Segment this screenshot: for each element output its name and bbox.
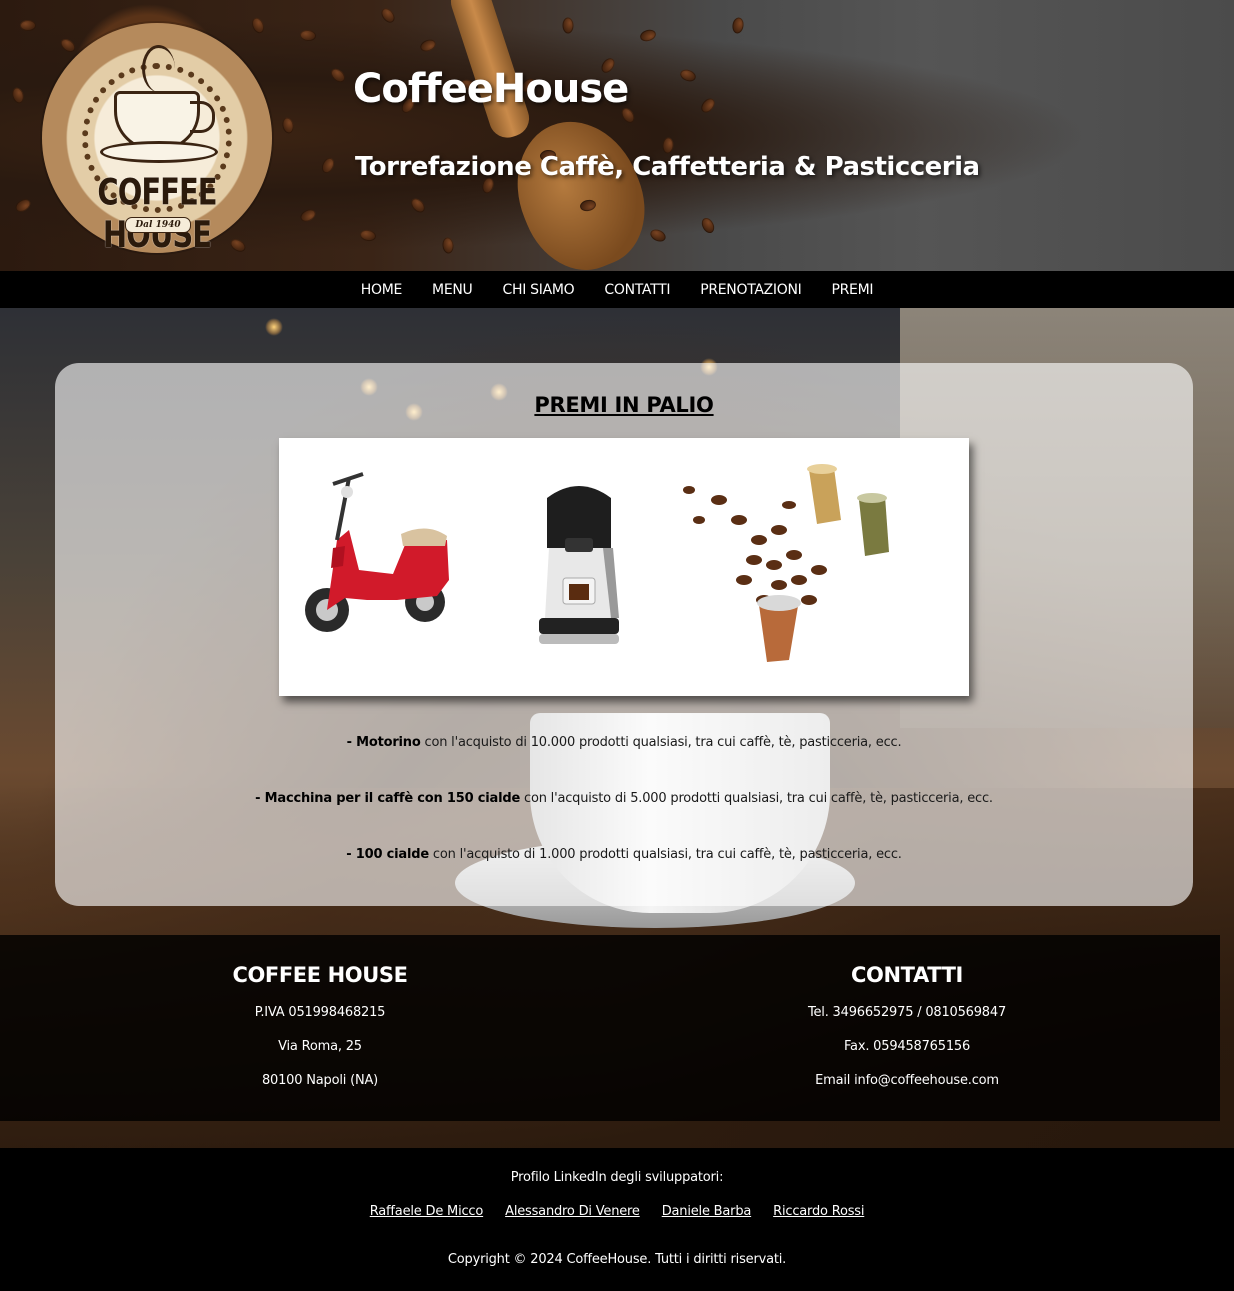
prize-name: - Macchina per il caffè con 150 cialde [255,791,521,806]
coffee-bean [281,116,295,135]
developer-links: Raffaele De Micco Alessandro Di Venere D… [0,1204,1234,1219]
contacts-heading: CONTATTI [851,963,963,987]
fax-number: Fax. 059458765156 [843,1039,971,1054]
prize-name: - Motorino [346,735,421,750]
coffee-bean [698,95,718,116]
coffee-bean [699,215,717,236]
developer-link-daniele[interactable]: Daniele Barba [662,1204,752,1219]
site-footer: Profilo LinkedIn degli sviluppatori: Raf… [0,1148,1234,1291]
logo[interactable]: COFFEE HOUSE Dal 1940 [42,23,272,256]
site-subtitle: Torrefazione Caffè, Caffetteria & Pastic… [355,152,980,182]
coffee-bean [299,29,317,42]
coffee-bean [10,86,26,105]
developer-link-alessandro[interactable]: Alessandro Di Venere [505,1204,640,1219]
prize-scooter: - Motorino con l'acquisto di 10.000 prod… [55,735,1193,750]
phone-number: Tel. 3496652975 / 0810569847 [807,1005,1007,1020]
cup-handle [190,101,215,133]
prize-capsules: - 100 cialde con l'acquisto di 1.000 pro… [55,847,1193,862]
nav-chi-siamo[interactable]: CHI SIAMO [503,282,575,298]
site-header: COFFEE HOUSE Dal 1940 CoffeeHouse Torref… [0,0,1234,271]
coffee-bean [638,27,658,44]
saucer-icon [100,141,218,163]
developers-label: Profilo LinkedIn degli sviluppatori: [510,1170,724,1185]
nav-premi[interactable]: PREMI [831,282,873,298]
coffee-bean [319,155,337,176]
company-heading: COFFEE HOUSE [232,963,408,987]
coffee-bean [562,17,574,34]
coffee-capsules-image [683,464,889,662]
coffee-bean [378,5,398,26]
coffee-bean [58,36,78,55]
info-section: COFFEE HOUSE P.IVA 051998468215 Via Roma… [0,935,1220,1121]
prize-description: con l'acquisto di 1.000 prodotti qualsia… [428,847,902,862]
coffee-bean [249,15,267,36]
nav-menu[interactable]: MENU [432,282,473,298]
scooter-image [305,472,449,632]
logo-since-badge: Dal 1940 [125,217,191,233]
coffee-bean [441,236,455,255]
prizes-image [279,438,969,696]
email-address: Email info@coffeehouse.com [815,1073,999,1088]
vat-number: P.IVA 051998468215 [254,1005,386,1020]
prize-coffee-machine: - Macchina per il caffè con 150 cialde c… [55,791,1193,806]
company-info: COFFEE HOUSE P.IVA 051998468215 Via Roma… [120,963,520,1105]
bokeh-light [265,318,283,336]
coffee-bean [13,196,33,215]
site-title: CoffeeHouse [353,66,629,112]
main-nav: HOME MENU CHI SIAMO CONTATTI PRENOTAZION… [0,271,1234,308]
coffee-bean [408,195,428,216]
prize-name: - 100 cialde [346,847,429,862]
coffee-bean [731,16,745,35]
contacts-info: CONTATTI Tel. 3496652975 / 0810569847 Fa… [707,963,1107,1105]
coffee-bean [298,206,318,225]
coffee-bean [418,37,438,54]
coffee-bean [20,20,36,31]
address-city: 80100 Napoli (NA) [261,1073,379,1088]
coffee-bean [328,66,348,85]
address-street: Via Roma, 25 [278,1039,362,1054]
nav-prenotazioni[interactable]: PRENOTAZIONI [700,282,802,298]
steam-icon [142,45,175,92]
coffee-bean [648,227,668,244]
prizes-panel: PREMI IN PALIO - Motorino con l'acquisto… [55,363,1193,906]
page-title: PREMI IN PALIO [534,393,714,417]
coffee-bean [678,67,698,84]
prize-description: con l'acquisto di 10.000 prodotti qualsi… [420,735,902,750]
prize-description: con l'acquisto di 5.000 prodotti qualsia… [520,791,993,806]
nav-contatti[interactable]: CONTATTI [604,282,670,298]
copyright: Copyright © 2024 CoffeeHouse. Tutti i di… [447,1252,787,1267]
coffee-machine-image [539,486,619,644]
developer-link-raffaele[interactable]: Raffaele De Micco [370,1204,484,1219]
logo-text: COFFEE HOUSE [97,170,217,256]
nav-home[interactable]: HOME [361,282,403,298]
developer-link-riccardo[interactable]: Riccardo Rossi [773,1204,864,1219]
coffee-bean [359,228,377,243]
